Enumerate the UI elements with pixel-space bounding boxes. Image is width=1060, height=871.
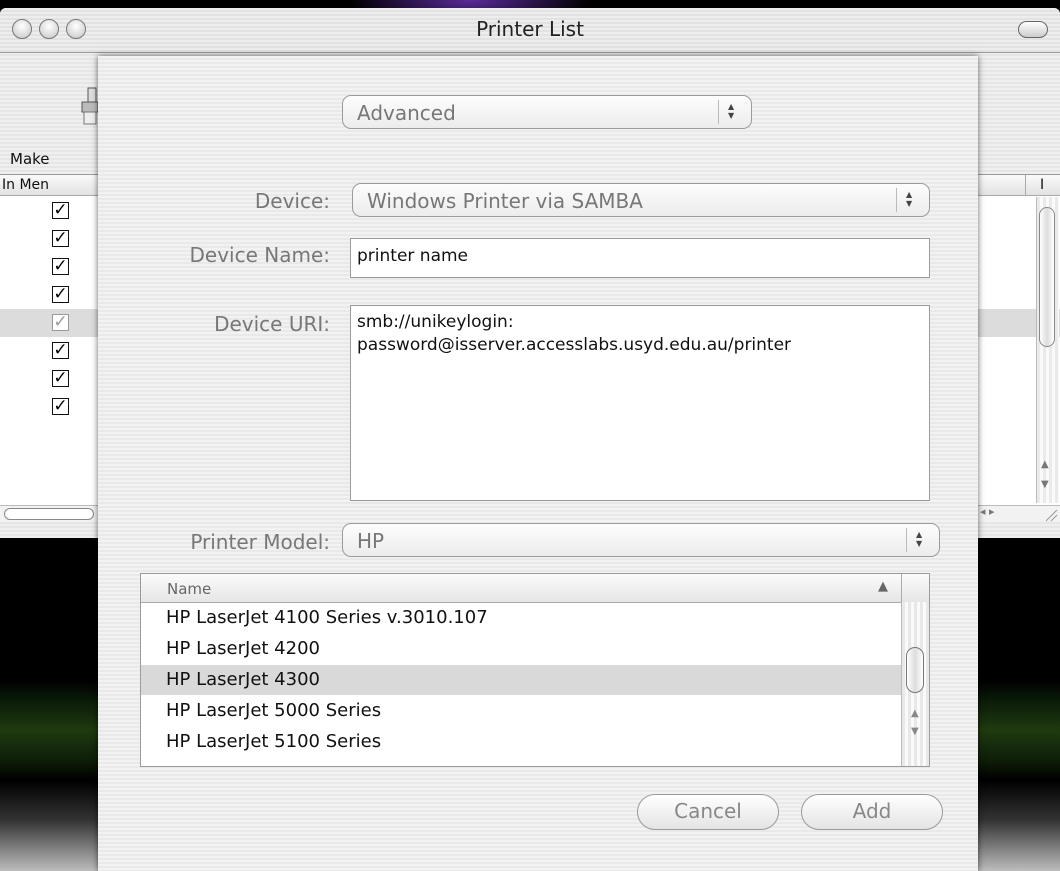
model-name: HP LaserJet 4100 Series v.3010.107 bbox=[166, 607, 488, 628]
column-header-in-menu[interactable]: In Men bbox=[2, 177, 49, 193]
in-menu-checkbox[interactable]: ✓ bbox=[52, 202, 69, 219]
model-name: HP LaserJet 4300 bbox=[166, 669, 320, 690]
scroll-thumb[interactable] bbox=[1039, 207, 1055, 347]
device-popup[interactable]: Windows Printer via SAMBA ▲ ▼ bbox=[352, 183, 930, 217]
printer-model-value: HP bbox=[357, 529, 385, 553]
window-title: Printer List bbox=[476, 17, 584, 41]
in-menu-checkbox[interactable]: ✓ bbox=[52, 314, 69, 331]
popup-arrows-icon: ▲ ▼ bbox=[906, 528, 931, 552]
column-divider bbox=[901, 574, 902, 602]
printer-model-popup[interactable]: HP ▲ ▼ bbox=[342, 523, 940, 557]
scroll-down-arrow-icon[interactable]: ▼ bbox=[1041, 479, 1049, 490]
in-menu-checkbox[interactable]: ✓ bbox=[52, 370, 69, 387]
model-table-scrollbar[interactable]: ▲ ▼ bbox=[901, 602, 929, 766]
model-table-header[interactable]: Name ▲ bbox=[141, 574, 929, 603]
horizontal-scroll-arrows-icon[interactable]: ◂ ▸ bbox=[980, 505, 995, 518]
title-bar[interactable]: Printer List bbox=[0, 8, 1060, 53]
make-default-button-label[interactable]: Make bbox=[10, 150, 50, 168]
sort-ascending-icon: ▲ bbox=[878, 579, 888, 594]
column-header-host[interactable]: I bbox=[1040, 177, 1044, 193]
model-list-item[interactable]: HP LaserJet 5100 Series bbox=[141, 727, 901, 757]
model-list-item[interactable]: HP LaserJet 5000 Series bbox=[141, 696, 901, 726]
model-name: HP LaserJet 4200 bbox=[166, 638, 320, 659]
model-list-item[interactable]: HP LaserJet 4300 bbox=[141, 665, 901, 695]
printer-icon[interactable] bbox=[78, 86, 98, 136]
device-label: Device: bbox=[254, 189, 330, 213]
in-menu-checkbox[interactable]: ✓ bbox=[52, 398, 69, 415]
in-menu-checkbox[interactable]: ✓ bbox=[52, 342, 69, 359]
resize-grip-icon[interactable] bbox=[1040, 506, 1058, 522]
cancel-button[interactable]: Cancel bbox=[637, 794, 779, 830]
model-name: HP LaserJet 5100 Series bbox=[166, 731, 382, 752]
model-list-item[interactable]: HP LaserJet 4100 Series v.3010.107 bbox=[141, 603, 901, 633]
in-menu-checkbox[interactable]: ✓ bbox=[52, 230, 69, 247]
add-button[interactable]: Add bbox=[801, 794, 943, 830]
device-name-field[interactable]: printer name bbox=[350, 238, 930, 278]
column-header-name[interactable]: Name bbox=[167, 580, 211, 598]
scroll-thumb[interactable] bbox=[906, 647, 924, 693]
device-uri-label: Device URI: bbox=[214, 312, 330, 336]
popup-arrows-icon: ▲ ▼ bbox=[718, 100, 743, 124]
toolbar-toggle-button[interactable] bbox=[1018, 21, 1048, 38]
device-value: Windows Printer via SAMBA bbox=[367, 189, 643, 213]
horizontal-scroll-thumb[interactable] bbox=[4, 508, 94, 520]
device-uri-field[interactable]: smb://unikeylogin: password@isserver.acc… bbox=[350, 305, 930, 501]
popup-arrows-icon: ▲ ▼ bbox=[896, 188, 921, 212]
in-menu-checkbox[interactable]: ✓ bbox=[52, 258, 69, 275]
model-list-item[interactable]: HP LaserJet 4200 bbox=[141, 634, 901, 664]
printer-list-vertical-scrollbar[interactable]: ▲ ▼ bbox=[1036, 197, 1059, 503]
connection-type-popup[interactable]: Advanced ▲ ▼ bbox=[342, 95, 752, 129]
scroll-down-arrow-icon[interactable]: ▼ bbox=[911, 726, 919, 737]
printer-model-table: Name ▲ HP LaserJet 4100 Series v.3010.10… bbox=[140, 573, 930, 767]
printer-model-label: Printer Model: bbox=[190, 530, 330, 554]
in-menu-checkbox[interactable]: ✓ bbox=[52, 286, 69, 303]
connection-type-value: Advanced bbox=[357, 101, 456, 125]
scroll-up-arrow-icon[interactable]: ▲ bbox=[911, 708, 919, 719]
scroll-up-arrow-icon[interactable]: ▲ bbox=[1041, 459, 1049, 470]
column-divider bbox=[1025, 175, 1026, 195]
model-name: HP LaserJet 5000 Series bbox=[166, 700, 382, 721]
device-name-label: Device Name: bbox=[189, 243, 331, 267]
